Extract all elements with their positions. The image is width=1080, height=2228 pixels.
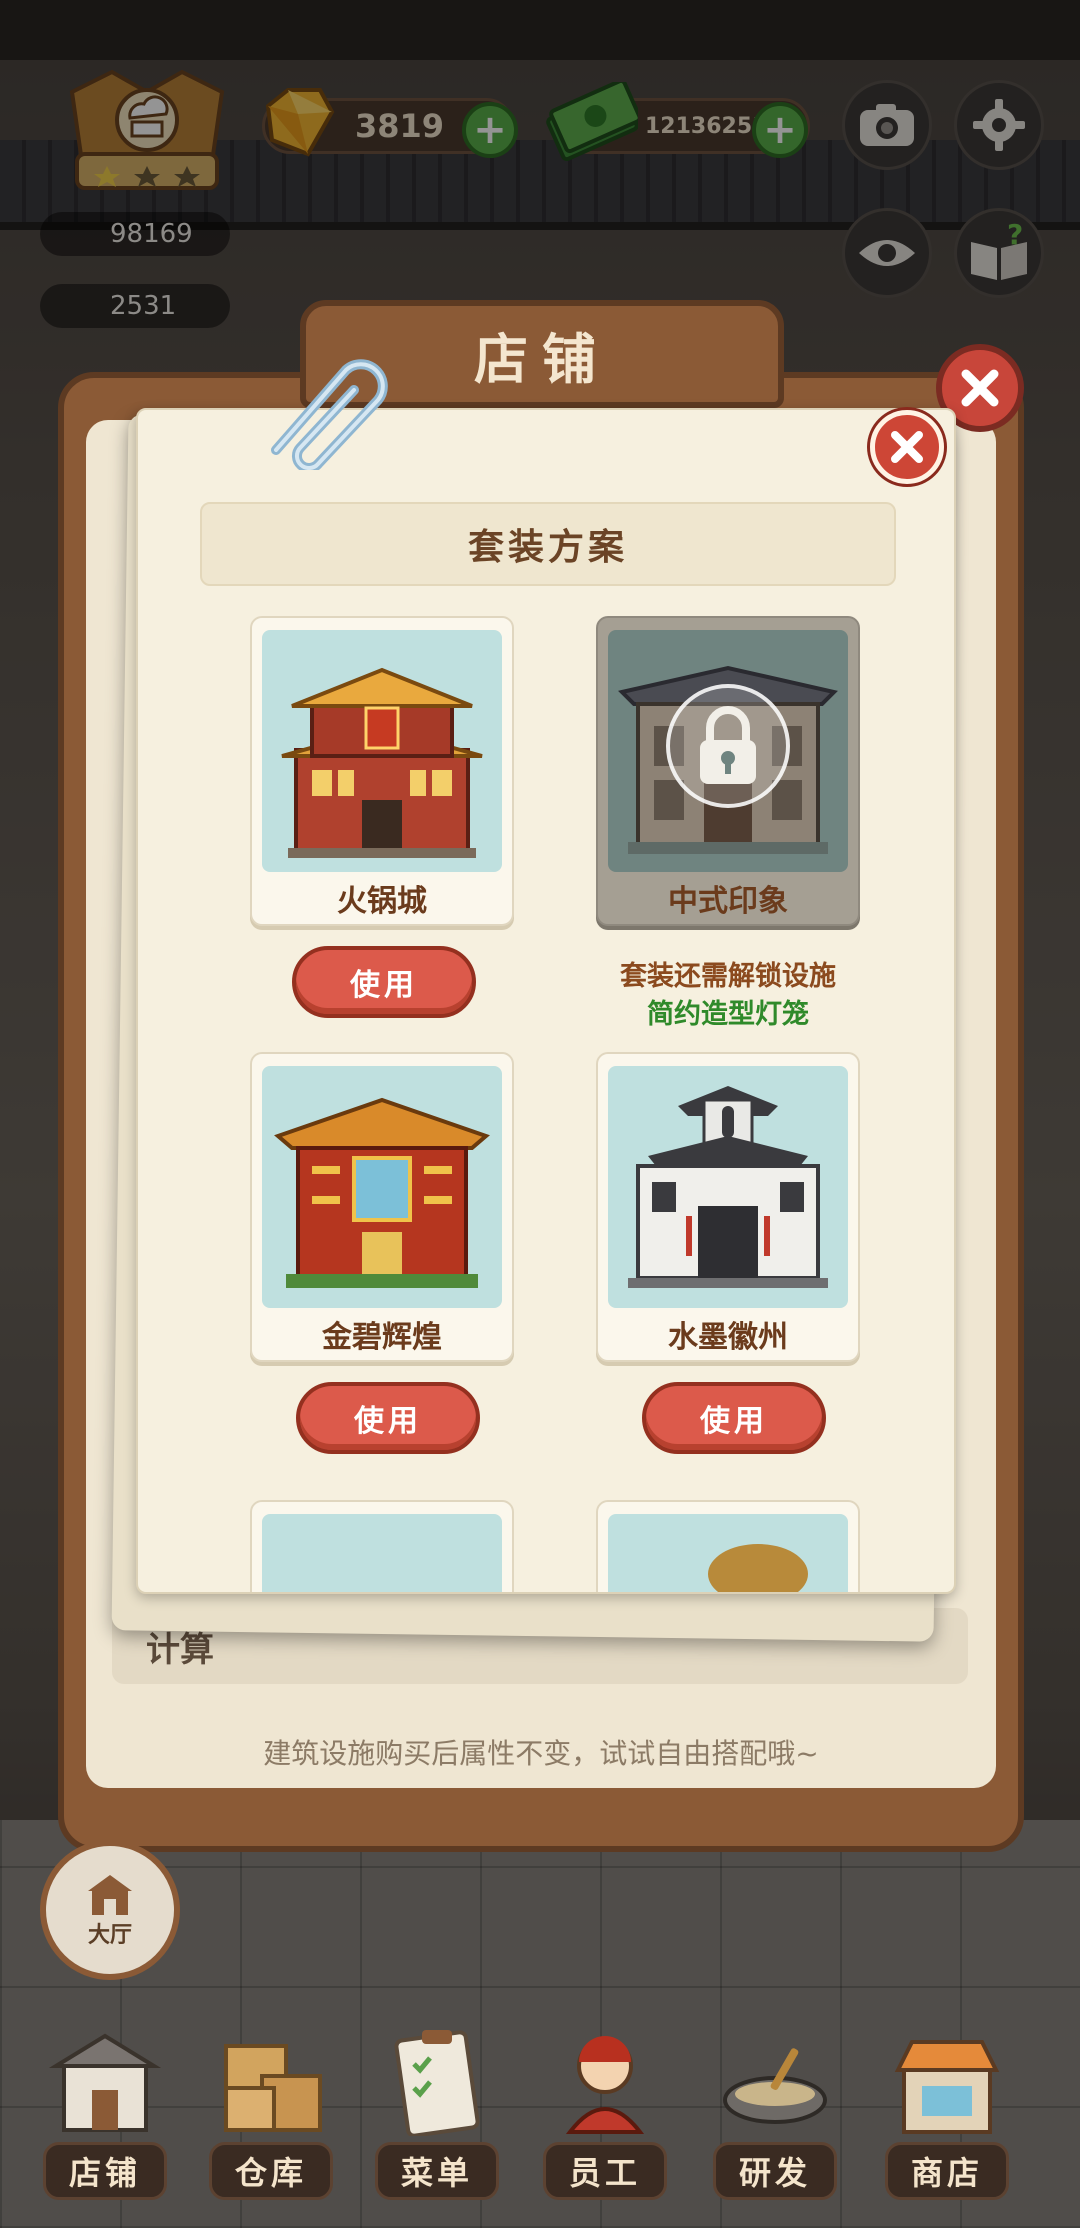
- use-ink-huizhou-button[interactable]: 使用: [642, 1382, 826, 1454]
- set-name: 中式印象: [668, 884, 788, 919]
- nav-item-staff[interactable]: 员工: [530, 2000, 680, 2200]
- set-thumbnail: [262, 1514, 502, 1592]
- staff-icon: [565, 2036, 645, 2134]
- close-icon: [961, 369, 999, 407]
- nav-label-store: 店铺: [43, 2142, 167, 2200]
- padlock-icon: [700, 706, 756, 784]
- set-thumbnail: [608, 1066, 848, 1308]
- wok-icon: [723, 2048, 827, 2124]
- unlock-requirement: 套装还需解锁设施 简约造型灯笼: [578, 958, 878, 1034]
- storefront-icon: [48, 2033, 162, 2132]
- use-golden-splendor-button[interactable]: 使用: [296, 1382, 480, 1454]
- nav-label-menu: 菜单: [375, 2142, 499, 2200]
- required-facility-link[interactable]: 简约造型灯笼: [578, 996, 878, 1034]
- set-card-partial[interactable]: [596, 1500, 860, 1592]
- set-thumbnail: [262, 1066, 502, 1308]
- set-card-hotpot[interactable]: 火锅城: [250, 616, 514, 926]
- nav-item-warehouse[interactable]: 仓库: [196, 2000, 346, 2200]
- set-card-ink-huizhou[interactable]: 水墨徽州: [596, 1052, 860, 1362]
- boxes-icon: [224, 2044, 322, 2132]
- set-card-golden-splendor[interactable]: 金碧辉煌: [250, 1052, 514, 1362]
- nav-item-store[interactable]: 店铺: [30, 2000, 180, 2200]
- outfit-sets-modal: 套装方案 火锅城 使用 中式印象 套装还需解锁设施 简约造型灯笼 金碧辉煌 使用…: [136, 408, 956, 1594]
- set-card-partial[interactable]: [250, 1500, 514, 1592]
- set-thumbnail: [608, 1514, 848, 1592]
- lock-overlay: [666, 684, 790, 808]
- set-card-chinese-impression[interactable]: 中式印象: [596, 616, 860, 926]
- nav-label-shop: 商店: [885, 2142, 1009, 2200]
- use-hotpot-button[interactable]: 使用: [292, 946, 476, 1018]
- close-icon: [891, 431, 923, 463]
- nav-label-research: 研发: [713, 2142, 837, 2200]
- hall-icon: [88, 1875, 132, 1915]
- nav-item-shop[interactable]: 商店: [872, 2000, 1022, 2200]
- outfit-set-grid: 火锅城 使用 中式印象 套装还需解锁设施 简约造型灯笼 金碧辉煌 使用 水墨徽州…: [138, 410, 954, 1592]
- building-preview-icon: [708, 1544, 808, 1592]
- clipboard-icon: [394, 2030, 480, 2136]
- set-thumbnail: [262, 630, 502, 872]
- set-thumbnail: [608, 630, 848, 872]
- unlock-requirement-text: 套装还需解锁设施: [620, 961, 836, 992]
- nav-label-staff: 员工: [543, 2142, 667, 2200]
- set-name: 火锅城: [337, 884, 427, 919]
- nav-item-research[interactable]: 研发: [700, 2000, 850, 2200]
- golden-palace-icon: [274, 1097, 490, 1288]
- set-name: 金碧辉煌: [322, 1320, 442, 1355]
- paper-clip-icon: [271, 359, 388, 470]
- hall-label: 大厅: [87, 1923, 132, 1948]
- hotpot-building-icon: [281, 667, 483, 858]
- nav-label-warehouse: 仓库: [209, 2142, 333, 2200]
- huizhou-house-icon: [628, 1086, 828, 1288]
- bottom-nav: 店铺 仓库 菜单 员工 研发 商店: [0, 2000, 1080, 2228]
- shop-icon: [894, 2040, 1000, 2134]
- set-name: 水墨徽州: [668, 1320, 788, 1355]
- shop-hint-text: 建筑设施购买后属性不变，试试自由搭配哦~: [263, 1737, 819, 1770]
- modal-close-button[interactable]: [870, 410, 944, 484]
- hall-button[interactable]: 大厅: [40, 1840, 180, 1980]
- nav-item-menu[interactable]: 菜单: [362, 2000, 512, 2200]
